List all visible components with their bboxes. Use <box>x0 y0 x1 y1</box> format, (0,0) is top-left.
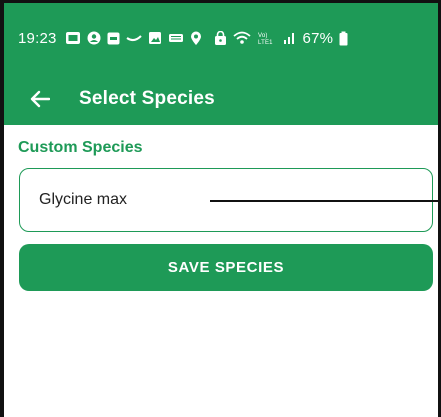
lock-icon <box>214 30 227 46</box>
main-content: Custom Species Glycine max SAVE SPECIES <box>4 125 438 417</box>
user-icon <box>87 31 101 45</box>
custom-species-label: Custom Species <box>18 139 143 156</box>
keyboard-icon <box>168 32 184 44</box>
volte-icon: Vo) LTE1 <box>257 31 277 45</box>
svg-text:LTE1: LTE1 <box>258 40 273 45</box>
wifi-icon <box>232 31 251 45</box>
annotation-line <box>210 200 438 202</box>
save-species-button[interactable]: SAVE SPECIES <box>19 244 433 291</box>
status-icons: Vo) LTE1 67% <box>65 30 349 47</box>
svg-text:Vo): Vo) <box>258 33 268 39</box>
gallery-icon <box>65 31 81 45</box>
signal-icon <box>283 31 297 45</box>
image-icon <box>148 31 162 45</box>
battery-percent: 67% <box>302 29 334 47</box>
location-icon <box>190 31 202 46</box>
status-time: 19:23 <box>18 29 57 47</box>
app-bar: Select Species <box>4 73 438 125</box>
arrow-left-icon <box>30 90 50 108</box>
page-title: Select Species <box>79 88 215 109</box>
back-button[interactable] <box>27 86 53 112</box>
species-input-value: Glycine max <box>39 191 128 208</box>
status-bar: 19:23 Vo) LTE1 67% <box>4 3 438 73</box>
battery-icon <box>339 31 348 46</box>
minus-icon <box>125 32 142 44</box>
app-icon <box>107 32 120 45</box>
